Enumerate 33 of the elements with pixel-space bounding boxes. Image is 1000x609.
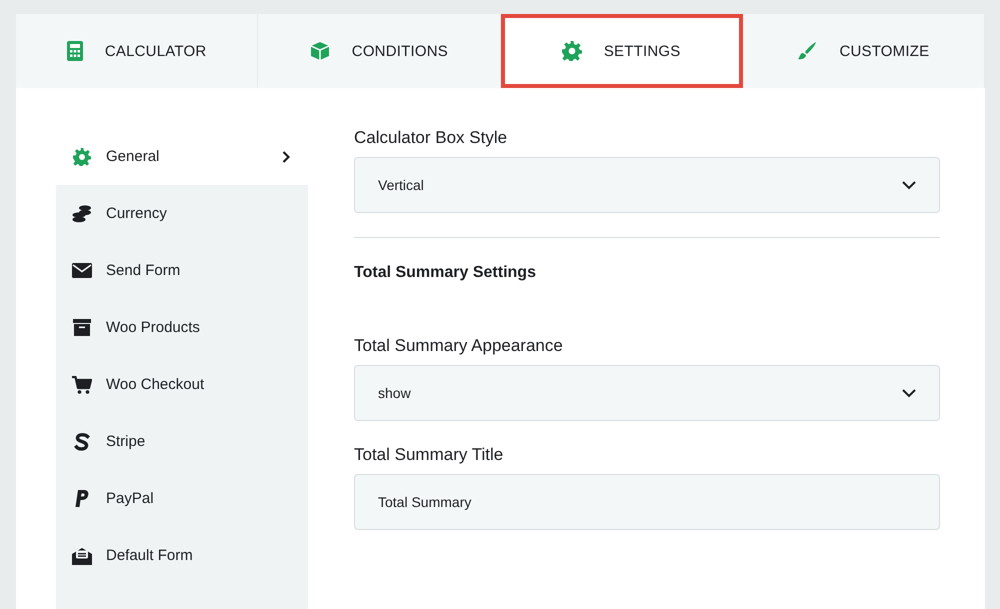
cube-icon [310, 41, 330, 61]
select-field[interactable]: Vertical [354, 157, 940, 213]
field-label: Total Summary Appearance [354, 336, 564, 356]
field-label: Calculator Box Style [354, 128, 508, 148]
envelope-icon [72, 263, 92, 278]
brush-icon [797, 41, 818, 61]
cart-icon [72, 376, 92, 394]
sidebar-item[interactable]: General [56, 128, 308, 185]
section-heading: Total Summary Settings [354, 264, 537, 282]
settings-icon [72, 148, 92, 166]
tab[interactable]: CONDITIONS [258, 14, 500, 88]
sidebar-item[interactable]: PayPal [56, 470, 308, 527]
settings-icon [562, 41, 582, 61]
chevron-down-icon [902, 388, 916, 398]
coins-icon [72, 204, 92, 222]
stripe-s-icon [72, 432, 92, 450]
sidebar-item[interactable]: Woo Products [56, 299, 308, 356]
sidebar-item[interactable]: Currency [56, 185, 308, 242]
sidebar-item[interactable]: Stripe [56, 413, 308, 470]
tab[interactable]: CALCULATOR [16, 14, 258, 88]
select-field[interactable]: show [354, 365, 940, 421]
tab[interactable]: CUSTOMIZE [742, 14, 985, 88]
chevron-right-icon [282, 150, 290, 162]
sidebar-item[interactable]: Send Form [56, 242, 308, 299]
input-field[interactable]: Total Summary [354, 474, 940, 530]
chevron-down-icon [902, 180, 916, 190]
sidebar-item[interactable]: Default Form [56, 527, 308, 584]
archive-box-icon [72, 319, 92, 336]
tab[interactable]: SETTINGS [500, 14, 743, 88]
envelope-letter-icon [72, 546, 92, 564]
calculator-icon [66, 41, 83, 61]
field-label: Total Summary Title [354, 445, 504, 465]
sidebar-item[interactable]: Woo Checkout [56, 356, 308, 413]
